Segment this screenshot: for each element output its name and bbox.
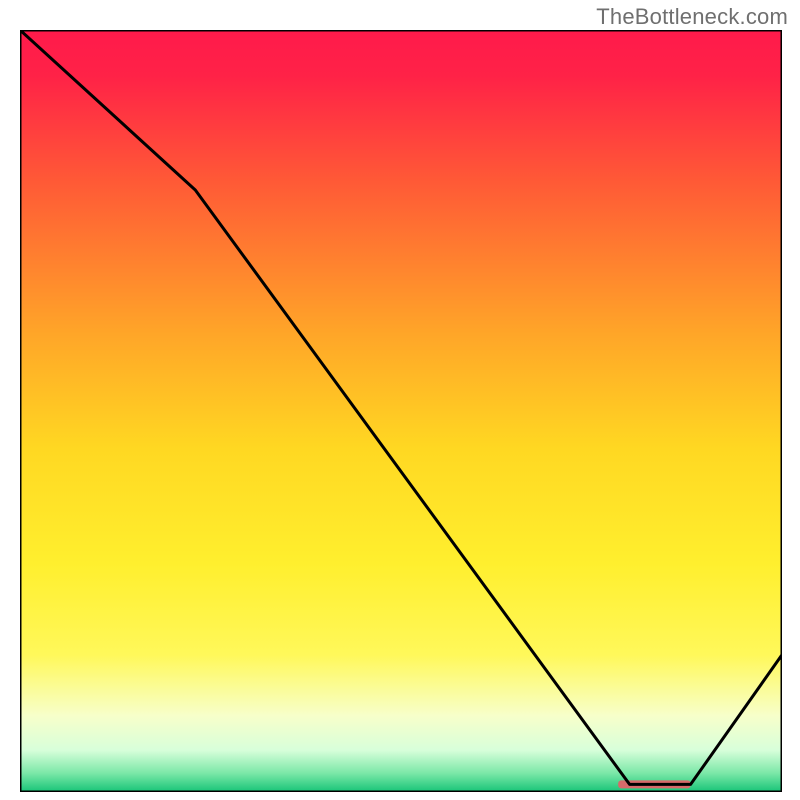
chart-stage: TheBottleneck.com — [0, 0, 800, 800]
plot-area — [20, 30, 782, 792]
watermark-text: TheBottleneck.com — [596, 4, 788, 30]
gradient-background — [20, 30, 782, 792]
bottleneck-chart — [20, 30, 782, 792]
